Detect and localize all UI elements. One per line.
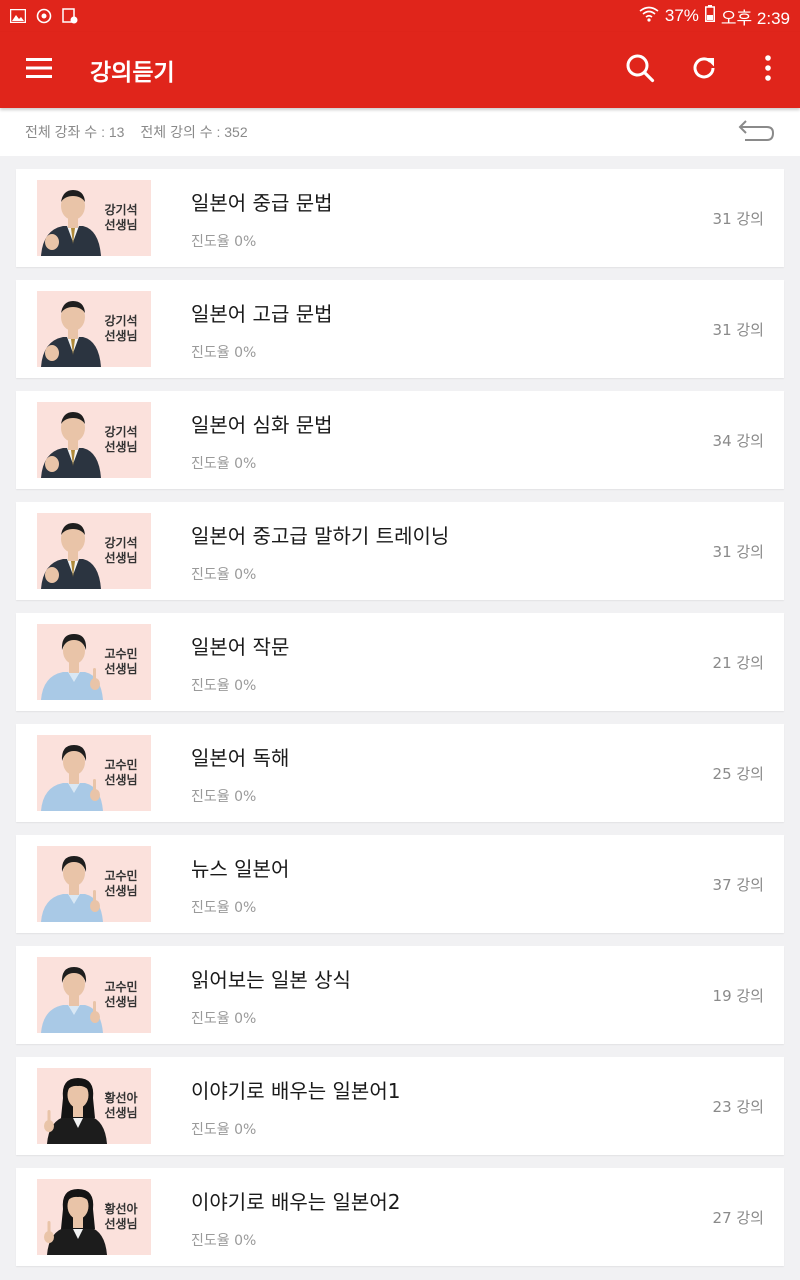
teacher-name: 황선아 선생님 (104, 1202, 138, 1231)
teacher-name: 강기석 선생님 (104, 314, 138, 343)
course-card-3[interactable]: 강기석 선생님 일본어 심화 문법 진도율 0% 34 강의 (16, 391, 784, 489)
teacher-name: 고수민 선생님 (104, 647, 138, 676)
course-progress: 진도율 0% (191, 789, 257, 805)
course-card-4[interactable]: 강기석 선생님 일본어 중고급 말하기 트레이닝 진도율 0% 31 강의 (16, 502, 784, 600)
course-progress: 진도율 0% (191, 567, 257, 583)
download-icon (62, 8, 78, 24)
lecture-count: 25 강의 (712, 765, 764, 783)
teacher-name: 강기석 선생님 (104, 425, 138, 454)
course-list: 강기석 선생님 일본어 중급 문법 진도율 0% 31 강의 강기석 선생님 일… (16, 169, 784, 1279)
course-progress: 진도율 0% (191, 900, 257, 916)
teacher-thumbnail: 황선아 선생님 (37, 1179, 151, 1255)
teacher-thumbnail: 고수민 선생님 (37, 735, 151, 811)
page-title: 강의듣기 (90, 60, 175, 86)
menu-icon (26, 58, 52, 82)
course-progress: 진도율 0% (191, 234, 257, 250)
course-card-9[interactable]: 황선아 선생님 이야기로 배우는 일본어1 진도율 0% 23 강의 (16, 1057, 784, 1155)
status-bar: 37% 오후 2:39 (0, 0, 800, 32)
course-progress: 진도율 0% (191, 345, 257, 361)
course-card-2[interactable]: 강기석 선생님 일본어 고급 문법 진도율 0% 31 강의 (16, 280, 784, 378)
course-progress: 진도율 0% (191, 1233, 257, 1249)
teacher-thumbnail: 고수민 선생님 (37, 624, 151, 700)
course-progress: 진도율 0% (191, 1122, 257, 1138)
battery-icon (704, 5, 715, 27)
lecture-count: 19 강의 (712, 987, 764, 1005)
total-courses: 전체 강좌 수 : 13 (25, 124, 125, 140)
course-card-8[interactable]: 고수민 선생님 읽어보는 일본 상식 진도율 0% 19 강의 (16, 946, 784, 1044)
teacher-thumbnail: 강기석 선생님 (37, 180, 151, 256)
refresh-icon (690, 54, 718, 86)
course-progress: 진도율 0% (191, 1011, 257, 1027)
lecture-count: 21 강의 (712, 654, 764, 672)
teacher-thumbnail: 고수민 선생님 (37, 957, 151, 1033)
battery-percent: 37% (664, 6, 699, 25)
teacher-thumbnail: 고수민 선생님 (37, 846, 151, 922)
more-options-button[interactable] (736, 32, 800, 108)
course-title: 일본어 심화 문법 (191, 413, 333, 437)
lecture-count: 31 강의 (712, 321, 764, 339)
sync-icon (36, 8, 52, 24)
teacher-name: 황선아 선생님 (104, 1091, 138, 1120)
course-title: 뉴스 일본어 (191, 857, 290, 881)
course-card-7[interactable]: 고수민 선생님 뉴스 일본어 진도율 0% 37 강의 (16, 835, 784, 933)
course-title: 읽어보는 일본 상식 (191, 968, 351, 992)
course-title: 일본어 중고급 말하기 트레이닝 (191, 524, 450, 548)
course-title: 일본어 고급 문법 (191, 302, 333, 326)
course-title: 이야기로 배우는 일본어2 (191, 1190, 401, 1214)
course-title: 이야기로 배우는 일본어1 (191, 1079, 401, 1103)
teacher-name: 고수민 선생님 (104, 869, 138, 898)
teacher-thumbnail: 강기석 선생님 (37, 291, 151, 367)
menu-button[interactable] (0, 32, 78, 108)
search-button[interactable] (608, 32, 672, 108)
teacher-name: 강기석 선생님 (104, 536, 138, 565)
teacher-name: 고수민 선생님 (104, 758, 138, 787)
wifi-icon (639, 6, 659, 27)
teacher-name: 강기석 선생님 (104, 203, 138, 232)
lecture-count: 37 강의 (712, 876, 764, 894)
lecture-count: 23 강의 (712, 1098, 764, 1116)
course-card-6[interactable]: 고수민 선생님 일본어 독해 진도율 0% 25 강의 (16, 724, 784, 822)
back-button[interactable] (737, 119, 775, 145)
teacher-thumbnail: 강기석 선생님 (37, 402, 151, 478)
course-title: 일본어 작문 (191, 635, 290, 659)
course-title: 일본어 독해 (191, 746, 290, 770)
lecture-count: 34 강의 (712, 432, 764, 450)
course-title: 일본어 중급 문법 (191, 191, 333, 215)
refresh-button[interactable] (672, 32, 736, 108)
image-icon (10, 9, 26, 23)
total-lectures: 전체 강의 수 : 352 (140, 124, 248, 140)
teacher-thumbnail: 황선아 선생님 (37, 1068, 151, 1144)
lecture-count: 31 강의 (712, 210, 764, 228)
search-icon (625, 53, 655, 87)
course-card-10[interactable]: 황선아 선생님 이야기로 배우는 일본어2 진도율 0% 27 강의 (16, 1168, 784, 1266)
lecture-count: 31 강의 (712, 543, 764, 561)
lecture-count: 27 강의 (712, 1209, 764, 1227)
summary-bar: 전체 강좌 수 : 13 전체 강의 수 : 352 (0, 108, 800, 156)
course-card-5[interactable]: 고수민 선생님 일본어 작문 진도율 0% 21 강의 (16, 613, 784, 711)
more-vert-icon (765, 55, 771, 85)
course-card-1[interactable]: 강기석 선생님 일본어 중급 문법 진도율 0% 31 강의 (16, 169, 784, 267)
teacher-name: 고수민 선생님 (104, 980, 138, 1009)
course-progress: 진도율 0% (191, 678, 257, 694)
clock: 오후 2:39 (720, 8, 790, 28)
teacher-thumbnail: 강기석 선생님 (37, 513, 151, 589)
app-bar: 강의듣기 (0, 32, 800, 108)
course-progress: 진도율 0% (191, 456, 257, 472)
back-arrow-icon (737, 119, 775, 145)
